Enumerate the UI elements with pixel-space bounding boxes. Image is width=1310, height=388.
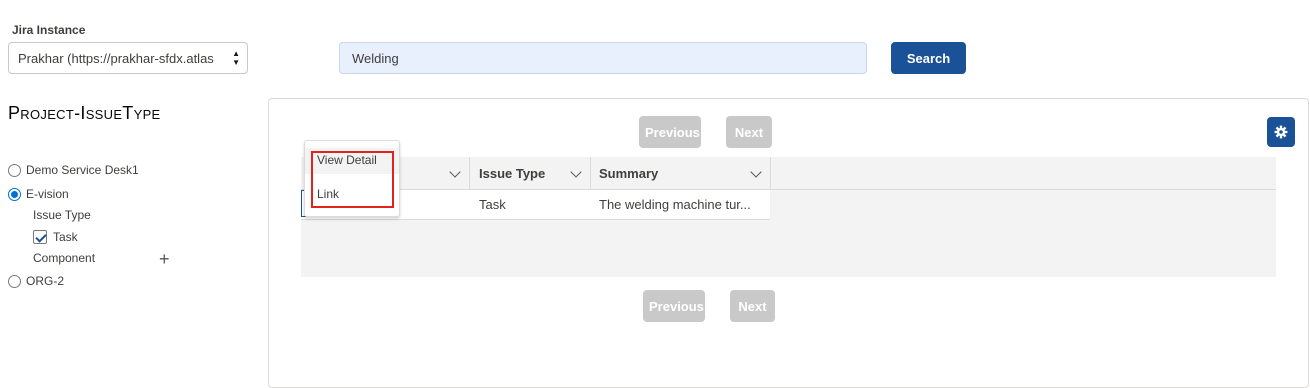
project-label: Demo Service Desk1 bbox=[26, 163, 139, 177]
issue-type-heading: Issue Type bbox=[33, 208, 91, 222]
highlight-box bbox=[311, 151, 394, 208]
gear-icon bbox=[1274, 125, 1288, 139]
sidebar-title: Project-IssueType bbox=[8, 103, 161, 123]
issue-type-option-task[interactable]: Task bbox=[33, 230, 78, 244]
component-heading: Component bbox=[33, 251, 95, 265]
search-input[interactable]: Welding bbox=[339, 42, 867, 74]
cell-summary: The welding machine tur... bbox=[599, 197, 751, 212]
radio-button-selected[interactable] bbox=[8, 187, 21, 201]
cell-issue-type: Task bbox=[479, 197, 506, 212]
jira-instance-label: Jira Instance bbox=[12, 23, 86, 37]
radio-button[interactable] bbox=[8, 274, 21, 288]
next-button-top[interactable]: Next bbox=[726, 116, 772, 148]
project-option-org-2[interactable]: ORG-2 bbox=[8, 274, 64, 288]
issue-type-label: Task bbox=[53, 230, 78, 244]
chevron-down-icon[interactable] bbox=[449, 166, 461, 178]
previous-button-top[interactable]: Previous bbox=[639, 116, 701, 148]
column-label: Issue Type bbox=[479, 166, 546, 181]
jira-instance-select[interactable]: Prakhar (https://prakhar-sfdx.atlas ▲ ▼ bbox=[8, 42, 248, 74]
settings-button[interactable] bbox=[1267, 117, 1295, 147]
project-label: E-vision bbox=[26, 187, 69, 201]
project-option-demo-service-desk1[interactable]: Demo Service Desk1 bbox=[8, 163, 139, 177]
plus-icon[interactable]: + bbox=[159, 250, 170, 268]
project-option-e-vision[interactable]: E-vision bbox=[8, 187, 69, 201]
previous-button-bottom[interactable]: Previous bbox=[643, 290, 705, 322]
next-button-bottom[interactable]: Next bbox=[730, 290, 775, 322]
radio-button[interactable] bbox=[8, 163, 21, 177]
select-arrows-icon: ▲ ▼ bbox=[232, 49, 240, 67]
column-header-summary[interactable]: Summary bbox=[591, 157, 771, 190]
chevron-down-icon[interactable] bbox=[750, 166, 762, 178]
checkbox-checked[interactable] bbox=[33, 230, 47, 244]
project-label: ORG-2 bbox=[26, 274, 65, 288]
jira-instance-value: Prakhar (https://prakhar-sfdx.atlas bbox=[18, 51, 214, 66]
column-label: Summary bbox=[599, 166, 659, 181]
chevron-down-icon[interactable] bbox=[570, 166, 582, 178]
component-heading-label: Component bbox=[33, 251, 96, 265]
issue-type-heading-label: Issue Type bbox=[33, 208, 91, 222]
column-header-issue-type[interactable]: Issue Type bbox=[471, 157, 591, 190]
search-button[interactable]: Search bbox=[891, 42, 966, 74]
